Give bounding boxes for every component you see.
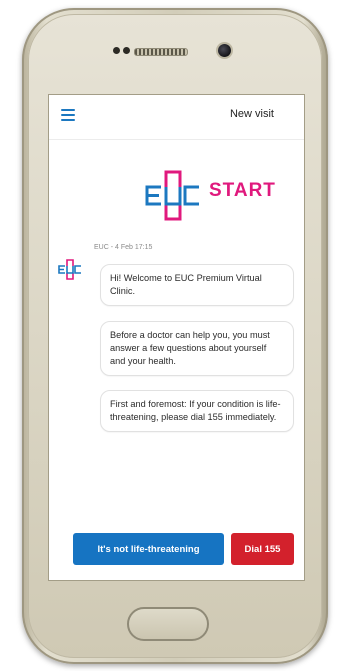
chat-message: First and foremost: If your condition is… xyxy=(100,390,294,432)
sensor-dot-icon xyxy=(123,47,130,54)
sensor-dot-icon xyxy=(113,47,120,54)
chat-message: Before a doctor can help you, you must a… xyxy=(100,321,294,376)
front-camera-icon xyxy=(218,44,231,57)
euc-start-logo: START xyxy=(141,167,301,227)
logo-wordmark: START xyxy=(209,180,276,201)
earpiece-speaker-icon xyxy=(134,48,188,56)
app-screen: New visit START EUC - 4 Feb 17:15 Hi! We… xyxy=(48,94,305,581)
page-title: New visit xyxy=(229,108,274,120)
dial-155-button[interactable]: Dial 155 xyxy=(231,533,294,565)
chat-message: Hi! Welcome to EUC Premium Virtual Clini… xyxy=(100,264,294,306)
home-button[interactable] xyxy=(127,607,209,641)
message-timestamp: EUC - 4 Feb 17:15 xyxy=(94,244,153,251)
not-life-threatening-button[interactable]: It's not life-threatening xyxy=(73,533,224,565)
stage: New visit START EUC - 4 Feb 17:15 Hi! We… xyxy=(0,0,343,671)
top-bar: New visit xyxy=(49,95,304,140)
hamburger-menu-icon[interactable] xyxy=(61,109,75,121)
euc-cross-logo-icon xyxy=(145,170,199,221)
euc-avatar-icon xyxy=(58,259,81,280)
